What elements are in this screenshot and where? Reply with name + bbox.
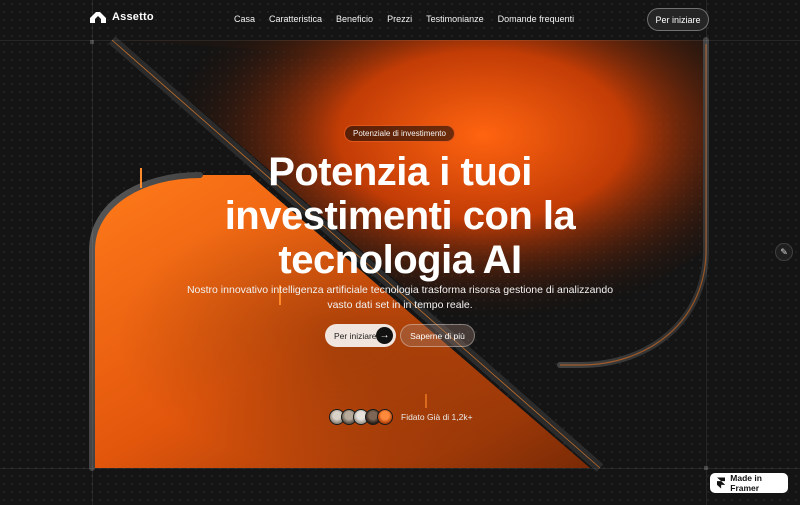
trust-indicator: Fidato Già di 1,2k+ (329, 407, 473, 427)
arrow-right-icon: → (376, 327, 393, 344)
grid-line (0, 468, 800, 469)
grid-line (706, 0, 707, 505)
avatar (377, 409, 393, 425)
brand-logo[interactable]: Assetto (90, 11, 154, 23)
framer-icon (717, 477, 726, 489)
trust-text: Fidato Già di 1,2k+ (401, 412, 473, 422)
brand-name: Assetto (112, 11, 154, 23)
top-navigation: Assetto Casa Caratteristica Beneficio Pr… (0, 8, 800, 32)
hero-badge: Potenziale di investimento (344, 125, 455, 142)
nav-item-prezzi[interactable]: Prezzi (387, 14, 412, 24)
nav-item-casa[interactable]: Casa (234, 14, 255, 24)
framer-badge-label: Made in Framer (730, 473, 762, 493)
learn-more-button[interactable]: Saperne di più (400, 324, 475, 347)
grid-line (0, 40, 800, 41)
avatar-group (329, 409, 393, 425)
pencil-icon[interactable]: ✎ (775, 243, 793, 261)
get-started-button[interactable]: Per iniziare → (325, 324, 396, 347)
nav-item-beneficio[interactable]: Beneficio (336, 14, 373, 24)
get-started-label: Per iniziare (334, 330, 377, 341)
arch-logo-icon (90, 12, 106, 23)
nav-item-testimonianze[interactable]: Testimonianze (426, 14, 484, 24)
nav-item-caratteristica[interactable]: Caratteristica (269, 14, 322, 24)
nav-item-domande-frequenti[interactable]: Domande frequenti (498, 14, 575, 24)
hero-subtitle: Nostro innovativo intelligenza artificia… (186, 284, 614, 311)
nav-menu: Casa Caratteristica Beneficio Prezzi Tes… (234, 14, 574, 24)
made-in-framer-badge[interactable]: Made in Framer (710, 473, 788, 493)
hero-title: Potenzia i tuoi investimenti con la tecn… (224, 150, 576, 282)
grid-line (92, 0, 93, 505)
nav-get-started-button[interactable]: Per iniziare (647, 8, 709, 31)
